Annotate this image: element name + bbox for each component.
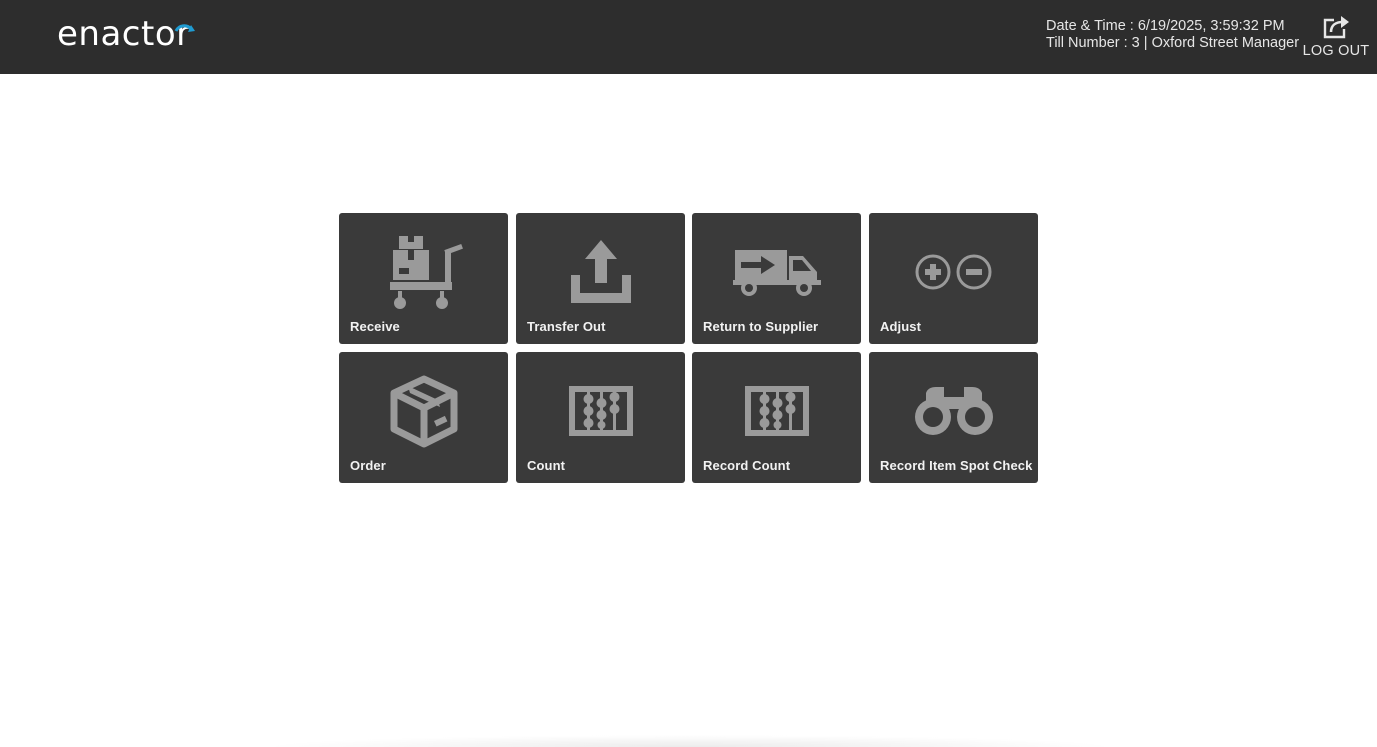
logo-text: enactor bbox=[57, 14, 191, 54]
abacus-icon bbox=[516, 368, 685, 454]
tile-count[interactable]: Count bbox=[516, 352, 685, 483]
tile-label: Transfer Out bbox=[527, 319, 606, 334]
logout-label: LOG OUT bbox=[1302, 43, 1370, 59]
share-out-icon bbox=[1322, 14, 1350, 40]
enactor-logo: enactor bbox=[56, 10, 216, 60]
tile-adjust[interactable]: Adjust bbox=[869, 213, 1038, 344]
datetime-text: Date & Time : 6/19/2025, 3:59:32 PM bbox=[1046, 18, 1285, 34]
package-box-icon bbox=[339, 368, 508, 454]
tile-receive[interactable]: Receive bbox=[339, 213, 508, 344]
bottom-panel-shadow bbox=[260, 735, 1120, 747]
tile-label: Record Item Spot Check bbox=[880, 458, 1033, 473]
tile-record-count[interactable]: Record Count bbox=[692, 352, 861, 483]
tile-label: Return to Supplier bbox=[703, 319, 819, 334]
tile-order[interactable]: Order bbox=[339, 352, 508, 483]
abacus-icon bbox=[692, 368, 861, 454]
delivery-truck-icon bbox=[692, 229, 861, 315]
tile-label: Adjust bbox=[880, 319, 922, 334]
binoculars-icon bbox=[869, 368, 1038, 454]
tile-transfer-out[interactable]: Transfer Out bbox=[516, 213, 685, 344]
tile-record-item-spot-check[interactable]: Record Item Spot Check bbox=[869, 352, 1038, 483]
logout-button[interactable]: LOG OUT bbox=[1302, 12, 1370, 64]
till-number-text: Till Number : 3 bbox=[1046, 35, 1140, 51]
tile-label: Receive bbox=[350, 319, 400, 334]
session-info: Date & Time : 6/19/2025, 3:59:32 PM Till… bbox=[1046, 18, 1299, 52]
separator: | bbox=[1143, 35, 1148, 51]
plus-minus-icon bbox=[869, 229, 1038, 315]
tile-label: Count bbox=[527, 458, 566, 473]
stock-menu-grid: Receive Transfer Out Return to Supplier … bbox=[339, 213, 1039, 483]
trolley-boxes-icon bbox=[339, 229, 508, 315]
top-bar: enactor Date & Time : 6/19/2025, 3:59:32… bbox=[0, 0, 1377, 74]
tile-label: Record Count bbox=[703, 458, 791, 473]
till-user-line: Till Number : 3 | Oxford Street Manager bbox=[1046, 35, 1299, 52]
tile-label: Order bbox=[350, 458, 386, 473]
upload-icon bbox=[516, 229, 685, 315]
user-name-text: Oxford Street Manager bbox=[1151, 35, 1300, 51]
tile-return-to-supplier[interactable]: Return to Supplier bbox=[692, 213, 861, 344]
